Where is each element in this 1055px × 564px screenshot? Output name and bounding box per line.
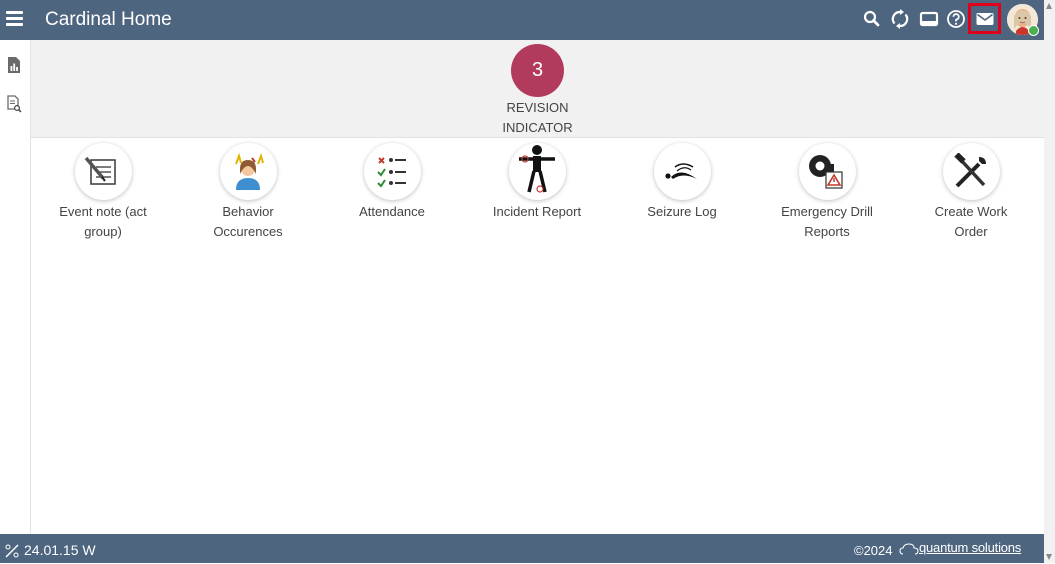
- tile-incident-report[interactable]: Incident Report: [477, 143, 597, 222]
- behavior-person-icon: [219, 143, 277, 200]
- tile-label-line1: Attendance: [359, 204, 425, 219]
- revision-indicator-label: REVISION INDICATOR: [481, 98, 594, 137]
- version-text: 24.01.15 W: [24, 542, 96, 558]
- document-search-icon[interactable]: [6, 95, 22, 113]
- tile-seizure-log[interactable]: Seizure Log: [622, 143, 742, 222]
- tile-create-work-order[interactable]: Create Work Order: [911, 143, 1031, 241]
- event-note-icon: [74, 143, 132, 200]
- version-icon: [4, 543, 20, 559]
- online-status-dot: [1028, 25, 1039, 36]
- page-scrollbar[interactable]: [1044, 0, 1055, 563]
- scroll-up-arrow-icon[interactable]: [1046, 3, 1052, 9]
- tile-label-line2: Order: [954, 223, 988, 239]
- tile-event-note[interactable]: Event note (act group): [43, 143, 163, 241]
- menu-icon[interactable]: [6, 11, 23, 26]
- copyright-text: ©2024: [854, 543, 893, 558]
- quantum-logo-icon: [899, 542, 919, 558]
- left-sidebar: [0, 40, 31, 534]
- refresh-icon[interactable]: [890, 9, 910, 29]
- top-header-bar: Cardinal Home: [0, 0, 1044, 40]
- incident-body-icon: [508, 143, 566, 200]
- seizure-icon: [653, 143, 711, 200]
- help-icon[interactable]: [946, 9, 966, 29]
- mail-highlight-box: [968, 3, 1001, 34]
- tools-hammer-wrench-icon: [942, 143, 1000, 200]
- tile-label-line1: Create Work: [934, 204, 1008, 219]
- tile-behavior-occurences[interactable]: Behavior Occurences: [188, 143, 308, 241]
- search-icon[interactable]: [862, 9, 882, 29]
- tile-label-line1: Seizure Log: [647, 204, 717, 219]
- tile-label-line1: Emergency Drill: [781, 204, 873, 219]
- attendance-checklist-icon: [363, 143, 421, 200]
- scroll-down-arrow-icon[interactable]: [1046, 554, 1052, 560]
- revision-label-line2: INDICATOR: [502, 119, 573, 135]
- revision-banner: 3 REVISION INDICATOR: [31, 40, 1044, 138]
- tile-label-line2: group): [84, 223, 122, 239]
- tile-label-line1: Incident Report: [492, 204, 582, 219]
- app-title: Cardinal Home: [45, 9, 172, 30]
- tile-emergency-drill-reports[interactable]: Emergency Drill Reports: [767, 143, 887, 241]
- tile-attendance[interactable]: Attendance: [332, 143, 452, 222]
- report-chart-icon[interactable]: [6, 56, 22, 74]
- tile-label-line2: Occurences: [213, 223, 283, 239]
- revision-label-line1: REVISION: [506, 100, 569, 115]
- tile-label-line1: Behavior: [222, 204, 274, 219]
- brand-link[interactable]: quantum solutions: [919, 540, 1021, 555]
- tile-label-line1: Event note (act: [59, 204, 147, 219]
- footer-bar: 24.01.15 W ©2024 quantum solutions: [0, 534, 1044, 563]
- display-icon[interactable]: [919, 9, 939, 29]
- revision-count-badge[interactable]: 3: [511, 44, 564, 97]
- emergency-alarm-icon: [798, 143, 856, 200]
- tile-label-line2: Reports: [804, 223, 850, 239]
